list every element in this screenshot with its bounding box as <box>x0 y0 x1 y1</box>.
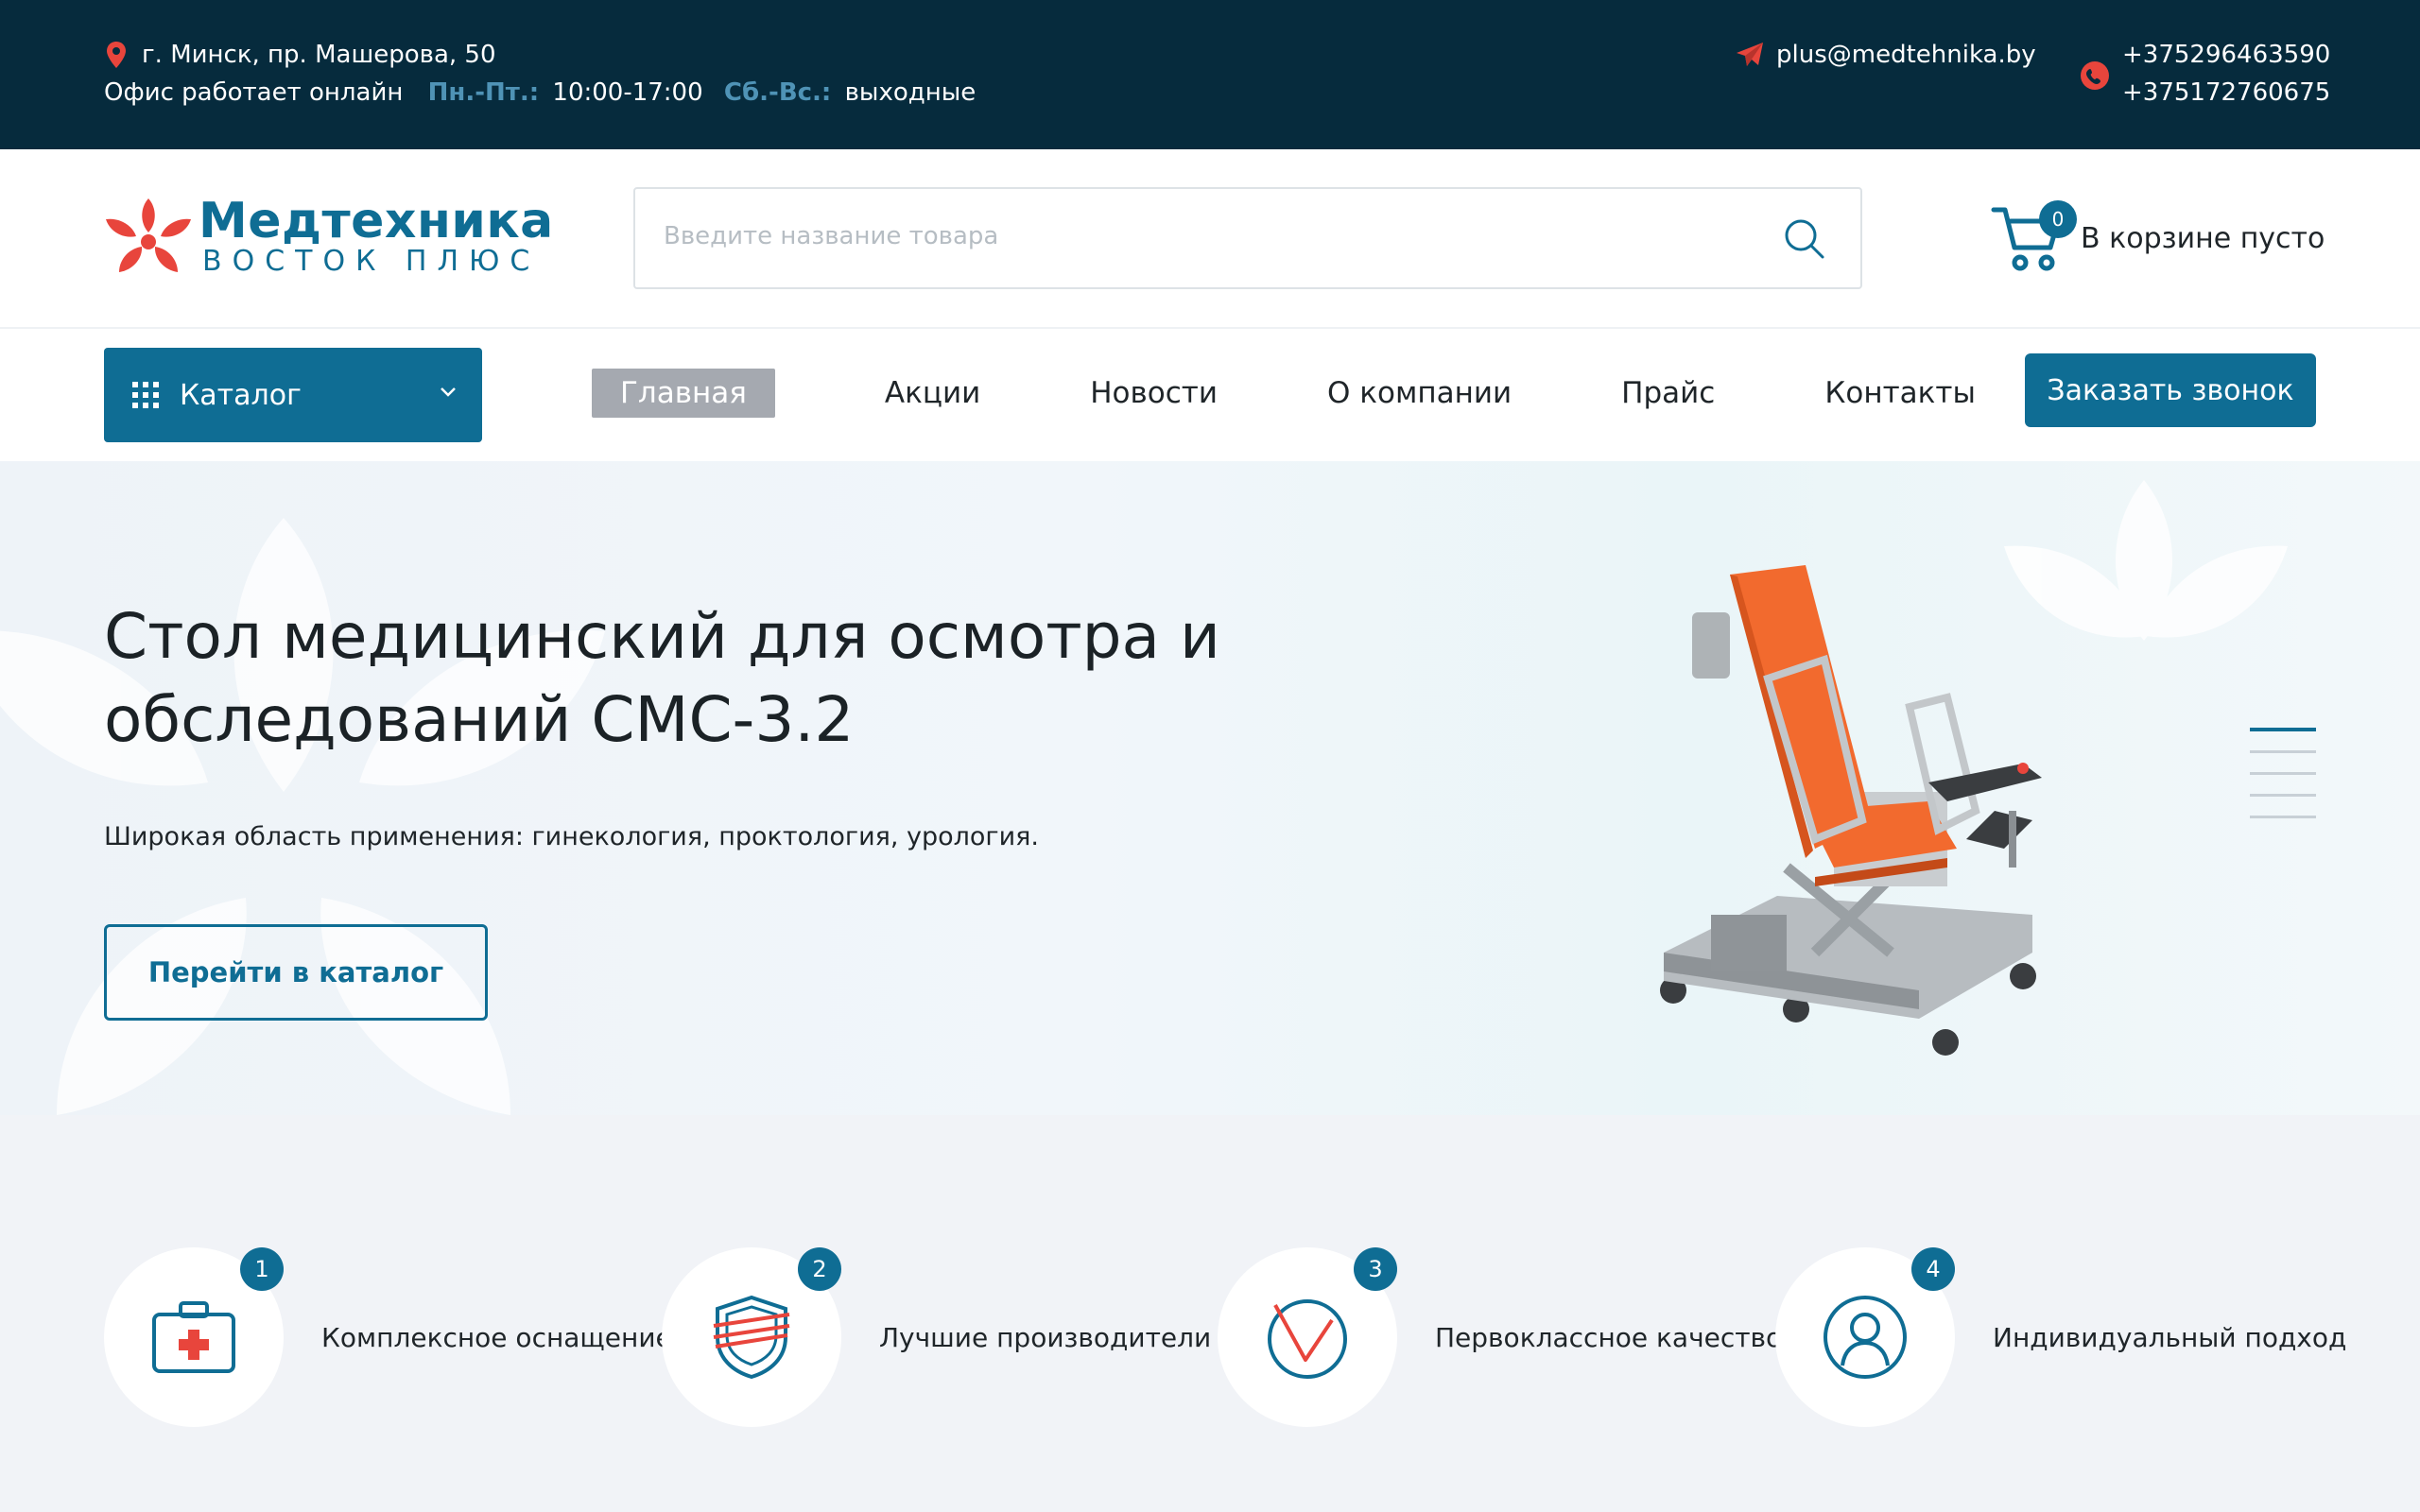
hero-title: Стол медицинский для осмотра и обследова… <box>104 600 1220 756</box>
cart-status-text: В корзине пусто <box>2081 221 2325 255</box>
location-pin-icon <box>107 42 126 68</box>
nav-item-news[interactable]: Новости <box>1090 369 1218 418</box>
user-icon <box>1824 1296 1907 1379</box>
catalog-button[interactable]: Каталог <box>104 348 482 442</box>
medkit-icon <box>152 1301 235 1373</box>
feature-label: Индивидуальный подход <box>1993 1321 2347 1353</box>
slide-indicator[interactable] <box>2250 816 2316 818</box>
features-section: 1 Комплексное оснащение 2 Лучшие произво… <box>0 1115 2420 1512</box>
nav-menu: Главная Акции Новости О компании Прайс К… <box>592 369 2085 418</box>
phone-numbers: +375296463590 +375172760675 <box>2122 36 2330 112</box>
nav-item-about[interactable]: О компании <box>1327 369 1512 418</box>
catalog-label: Каталог <box>180 378 302 412</box>
feature-item: 1 Комплексное оснащение <box>104 1247 672 1427</box>
search-input[interactable] <box>635 189 1751 284</box>
feature-icon-circle: 2 <box>662 1247 841 1427</box>
weekdays-label: Пн.-Пт.: <box>427 78 540 107</box>
feature-item: 3 Первоклассное качество <box>1218 1247 1782 1427</box>
weekdays-hours: 10:00-17:00 <box>552 78 703 107</box>
request-call-button[interactable]: Заказать звонок <box>2025 353 2316 427</box>
feature-number-badge: 4 <box>1911 1247 1955 1291</box>
chevron-down-icon <box>441 387 456 397</box>
address-text: г. Минск, пр. Машерова, 50 <box>142 41 496 69</box>
phone-icon <box>2081 61 2109 90</box>
send-icon <box>1737 43 1763 66</box>
exam-chair-image <box>1660 565 2042 1056</box>
search-icon[interactable] <box>1783 217 1826 261</box>
slide-indicator[interactable] <box>2250 794 2316 797</box>
email-text[interactable]: plus@medtehnika.by <box>1776 36 2036 74</box>
main-nav: Каталог Главная Акции Новости О компании… <box>0 329 2420 461</box>
nav-item-contacts[interactable]: Контакты <box>1824 369 1976 418</box>
feature-number-badge: 2 <box>798 1247 841 1291</box>
slide-indicator[interactable] <box>2250 728 2316 731</box>
cart[interactable]: 0 В корзине пусто <box>1990 200 2325 274</box>
office-info: г. Минск, пр. Машерова, 50 Офис работает… <box>104 36 981 112</box>
hero-banner: Стол медицинский для осмотра и обследова… <box>0 461 2420 1115</box>
feature-label: Первоклассное качество <box>1435 1321 1783 1353</box>
office-status-text: Офис работает онлайн <box>104 78 404 107</box>
nav-item-promotions[interactable]: Акции <box>885 369 980 418</box>
phone-link-2[interactable]: +375172760675 <box>2122 74 2330 112</box>
feature-icon-circle: 3 <box>1218 1247 1397 1427</box>
feature-icon-circle: 4 <box>1775 1247 1955 1427</box>
logo[interactable]: Медтехника ВОСТОК ПЛЮС <box>102 195 554 282</box>
feature-item: 2 Лучшие производители <box>662 1247 1211 1427</box>
top-bar: г. Минск, пр. Машерова, 50 Офис работает… <box>0 0 2420 149</box>
grid-icon <box>132 382 159 408</box>
slide-indicator[interactable] <box>2250 750 2316 753</box>
email-link[interactable]: plus@medtehnika.by <box>1735 36 2036 74</box>
search-box <box>633 187 1862 289</box>
feature-item: 4 Индивидуальный подход <box>1775 1247 2346 1427</box>
slider-pagination <box>2250 728 2316 837</box>
nav-item-home[interactable]: Главная <box>592 369 775 418</box>
logo-title: Медтехника <box>199 193 554 249</box>
logo-subtitle: ВОСТОК ПЛЮС <box>202 245 541 278</box>
nav-item-price[interactable]: Прайс <box>1621 369 1715 418</box>
hero-description: Широкая область применения: гинекология,… <box>104 822 1039 851</box>
header: Медтехника ВОСТОК ПЛЮС 0 В корзине пусто <box>0 149 2420 329</box>
feature-icon-circle: 1 <box>104 1247 284 1427</box>
logo-flower-icon <box>106 198 191 272</box>
slide-indicator[interactable] <box>2250 772 2316 775</box>
cart-count-badge: 0 <box>2039 200 2077 238</box>
feature-number-badge: 1 <box>240 1247 284 1291</box>
weekend-value: выходные <box>844 78 977 107</box>
shield-icon <box>713 1295 790 1380</box>
checkmark-icon <box>1268 1299 1347 1379</box>
feature-number-badge: 3 <box>1354 1247 1397 1291</box>
feature-label: Комплексное оснащение <box>321 1321 672 1353</box>
phone-link-1[interactable]: +375296463590 <box>2122 36 2330 74</box>
feature-label: Лучшие производители <box>879 1321 1212 1353</box>
weekend-label: Сб.-Вс.: <box>723 78 832 107</box>
go-to-catalog-button[interactable]: Перейти в каталог <box>104 924 488 1021</box>
